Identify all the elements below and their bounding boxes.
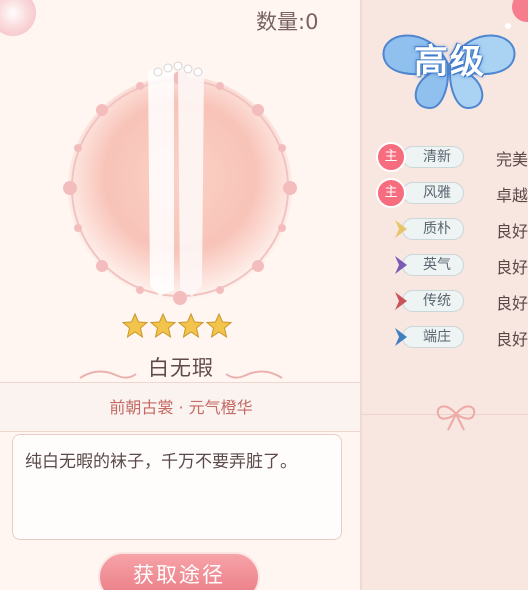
attribute-value: 良好	[496, 294, 528, 313]
ornament-right-icon	[225, 370, 283, 379]
attribute-value: 良好	[496, 258, 528, 277]
white-socks-image	[148, 61, 204, 296]
attribute-row: 清新 主 完美	[376, 142, 528, 172]
chevron-right-icon	[395, 292, 407, 310]
item-source: 前朝古裳 · 元气橙华	[109, 398, 253, 417]
attribute-name: 端庄	[402, 326, 464, 348]
chevron-right-icon	[395, 220, 407, 238]
attribute-row: 传统 良好	[376, 290, 528, 314]
chevron-right-icon	[395, 328, 407, 346]
attribute-name: 英气	[402, 254, 464, 276]
attribute-value: 完美	[496, 150, 528, 169]
attribute-name: 传统	[402, 290, 464, 312]
item-detail-panel: 数量:0 白无瑕 前朝古裳 · 元气橙华 纯白无暇的袜子，千万不要弄脏了。 获取…	[0, 0, 362, 590]
attribute-panel: 高级 清新 主 完美 风雅 主 卓越 质朴 良好 英气 良好 传统 良好 端庄 …	[362, 0, 528, 590]
attribute-value: 良好	[496, 222, 528, 241]
attribute-row: 端庄 良好	[376, 326, 528, 350]
ornament-left-icon	[79, 370, 137, 379]
description-box: 纯白无暇的袜子，千万不要弄脏了。	[12, 434, 342, 540]
item-name: 白无瑕	[148, 356, 214, 380]
rating-stars	[121, 312, 233, 339]
get-source-button[interactable]: 获取途径	[98, 552, 260, 590]
attribute-row: 风雅 主 卓越	[376, 178, 528, 208]
item-count: 数量:0	[256, 10, 319, 34]
flower-decoration	[0, 0, 36, 36]
attribute-value: 良好	[496, 330, 528, 349]
attribute-name: 风雅	[402, 182, 464, 204]
attribute-row: 质朴 良好	[376, 218, 528, 242]
bow-icon	[436, 405, 476, 431]
attribute-value: 卓越	[496, 186, 528, 205]
main-attribute-badge: 主	[376, 178, 406, 208]
grade-label: 高级	[414, 42, 486, 82]
chevron-right-icon	[395, 256, 407, 274]
attribute-row: 英气 良好	[376, 254, 528, 278]
item-description: 纯白无暇的袜子，千万不要弄脏了。	[25, 452, 297, 472]
main-attribute-badge: 主	[376, 142, 406, 172]
attribute-name: 质朴	[402, 218, 464, 240]
attribute-name: 清新	[402, 146, 464, 168]
